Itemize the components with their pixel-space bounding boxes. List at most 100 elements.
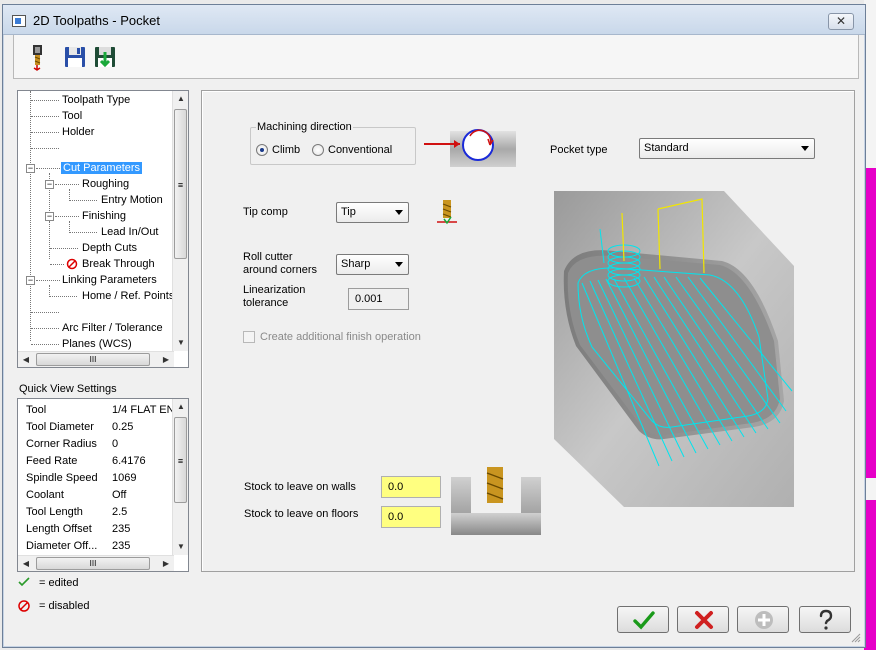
quick-view-row: Tool1/4 FLAT EN... (26, 404, 174, 416)
tool-button[interactable] (24, 43, 50, 71)
close-button[interactable]: ✕ (828, 13, 854, 30)
question-icon (819, 609, 833, 630)
tree-item-tool[interactable]: Tool (62, 108, 82, 124)
tree-item-home-ref-points[interactable]: Home / Ref. Points (82, 288, 174, 304)
parameter-tree[interactable]: Toolpath Type Tool Holder − Cut Paramete… (17, 90, 189, 368)
save-icon (65, 47, 85, 67)
ok-button[interactable] (617, 606, 669, 633)
conventional-radio[interactable] (312, 144, 324, 156)
tree-item-break-through[interactable]: Break Through (82, 256, 155, 272)
tree-item-toolpath-type[interactable]: Toolpath Type (62, 92, 130, 108)
scroll-thumb[interactable]: III (36, 557, 150, 570)
scroll-left-icon[interactable]: ◀ (18, 352, 34, 368)
scroll-up-icon[interactable]: ▲ (173, 91, 189, 107)
roll-cutter-label-line1: Roll cutter (243, 251, 293, 263)
add-button[interactable] (737, 606, 789, 633)
climb-radio[interactable] (256, 144, 268, 156)
tree-item-planes-wcs[interactable]: Planes (WCS) (62, 336, 132, 351)
collapse-icon[interactable]: − (26, 164, 35, 173)
tree-connector (50, 248, 78, 249)
scroll-up-icon[interactable]: ▲ (173, 399, 189, 415)
collapse-icon[interactable]: − (26, 276, 35, 285)
toolbar (13, 35, 859, 79)
chevron-down-icon (395, 210, 403, 215)
app-icon (12, 15, 26, 27)
tree-connector (31, 116, 59, 117)
scroll-down-icon[interactable]: ▼ (173, 335, 189, 351)
tree-guide-line (49, 221, 50, 259)
scroll-right-icon[interactable]: ▶ (158, 556, 174, 572)
cancel-button[interactable] (677, 606, 729, 633)
quick-view-vertical-scrollbar[interactable]: ▲ ≡ ▼ (172, 399, 188, 555)
stock-floors-input[interactable]: 0.0 (381, 506, 441, 528)
stock-walls-input[interactable]: 0.0 (381, 476, 441, 498)
scroll-right-icon[interactable]: ▶ (158, 352, 174, 368)
linearization-label-line1: Linearization (243, 284, 306, 296)
scroll-thumb[interactable]: ≡ (174, 417, 187, 503)
scroll-left-icon[interactable]: ◀ (18, 556, 34, 572)
tree-item-linking-parameters[interactable]: Linking Parameters (62, 272, 157, 288)
collapse-icon[interactable]: − (45, 212, 54, 221)
tool-icon (33, 45, 42, 71)
quick-view-list[interactable]: Tool1/4 FLAT EN... Tool Diameter0.25 Cor… (17, 398, 189, 572)
resize-grip-icon[interactable] (851, 633, 861, 643)
tree-connector (31, 328, 59, 329)
tip-comp-dropdown[interactable]: Tip (336, 202, 409, 223)
scroll-down-icon[interactable]: ▼ (173, 539, 189, 555)
tree-horizontal-scrollbar[interactable]: ◀ III ▶ (18, 351, 174, 367)
roll-cutter-dropdown[interactable]: Sharp (336, 254, 409, 275)
tip-comp-icon (437, 200, 457, 225)
stock-to-leave-preview (451, 467, 541, 535)
tree-item-roughing[interactable]: Roughing (82, 176, 129, 192)
climb-direction-preview (424, 129, 516, 167)
quick-view-row: Length Offset 235 (26, 523, 131, 535)
quick-view-horizontal-scrollbar[interactable]: ◀ III ▶ (18, 555, 174, 571)
checkmark-icon (18, 577, 30, 587)
conventional-label: Conventional (328, 144, 393, 156)
save-button[interactable] (62, 43, 88, 71)
chevron-down-icon (801, 146, 809, 151)
stock-walls-label: Stock to leave on walls (244, 481, 356, 493)
tree-vertical-scrollbar[interactable]: ▲ ≡ ▼ (172, 91, 188, 351)
pocket-type-dropdown[interactable]: Standard (639, 138, 815, 159)
tree-item-entry-motion[interactable]: Entry Motion (101, 192, 163, 208)
title-bar[interactable]: 2D Toolpaths - Pocket ✕ (3, 5, 865, 35)
tree-content: Toolpath Type Tool Holder − Cut Paramete… (18, 91, 174, 351)
quick-view-rows: Tool1/4 FLAT EN... Tool Diameter0.25 Cor… (18, 399, 174, 555)
tip-comp-label: Tip comp (243, 206, 288, 218)
tree-item-cut-parameters-label: Cut Parameters (61, 162, 143, 174)
tree-item-finishing[interactable]: Finishing (82, 208, 126, 224)
plus-icon (755, 611, 773, 629)
tree-connector (31, 132, 59, 133)
pocket-preview-image (554, 191, 794, 507)
tree-item-depth-cuts[interactable]: Depth Cuts (82, 240, 137, 256)
linearization-label-line2: tolerance (243, 297, 289, 309)
quick-view-row: Spindle Speed 1069 (26, 472, 137, 484)
tree-item-holder[interactable]: Holder (62, 124, 94, 140)
additional-finish-checkbox[interactable] (243, 331, 255, 343)
close-icon: ✕ (835, 14, 847, 28)
scroll-thumb[interactable]: III (36, 353, 150, 366)
tree-guide-line (30, 91, 31, 341)
linearization-tolerance-input[interactable]: 0.001 (348, 288, 409, 310)
roll-cutter-label-line2: around corners (243, 264, 317, 276)
tree-item-arc-filter[interactable]: Arc Filter / Tolerance (62, 320, 163, 336)
tree-connector (55, 216, 79, 217)
quick-view-row: Feed Rate 6.4176 (26, 455, 146, 467)
tree-connector (49, 296, 77, 297)
save-to-library-button[interactable] (92, 43, 118, 71)
x-icon (695, 611, 713, 629)
pocket-dialog: 2D Toolpaths - Pocket ✕ Toolpath Type To… (2, 4, 866, 648)
collapse-icon[interactable]: − (45, 180, 54, 189)
quick-view-row: Tool Diameter 0.25 (26, 421, 134, 433)
quick-view-title: Quick View Settings (19, 383, 117, 395)
scroll-thumb[interactable]: ≡ (174, 109, 187, 259)
tree-connector (36, 280, 60, 281)
pocket-type-label: Pocket type (550, 144, 608, 156)
help-button[interactable] (799, 606, 851, 633)
additional-finish-label: Create additional finish operation (260, 331, 421, 343)
tree-item-cut-parameters[interactable]: Cut Parameters (61, 160, 143, 176)
tree-item-lead-in-out[interactable]: Lead In/Out (101, 224, 159, 240)
save-to-library-icon (95, 47, 115, 68)
chevron-down-icon (395, 262, 403, 267)
